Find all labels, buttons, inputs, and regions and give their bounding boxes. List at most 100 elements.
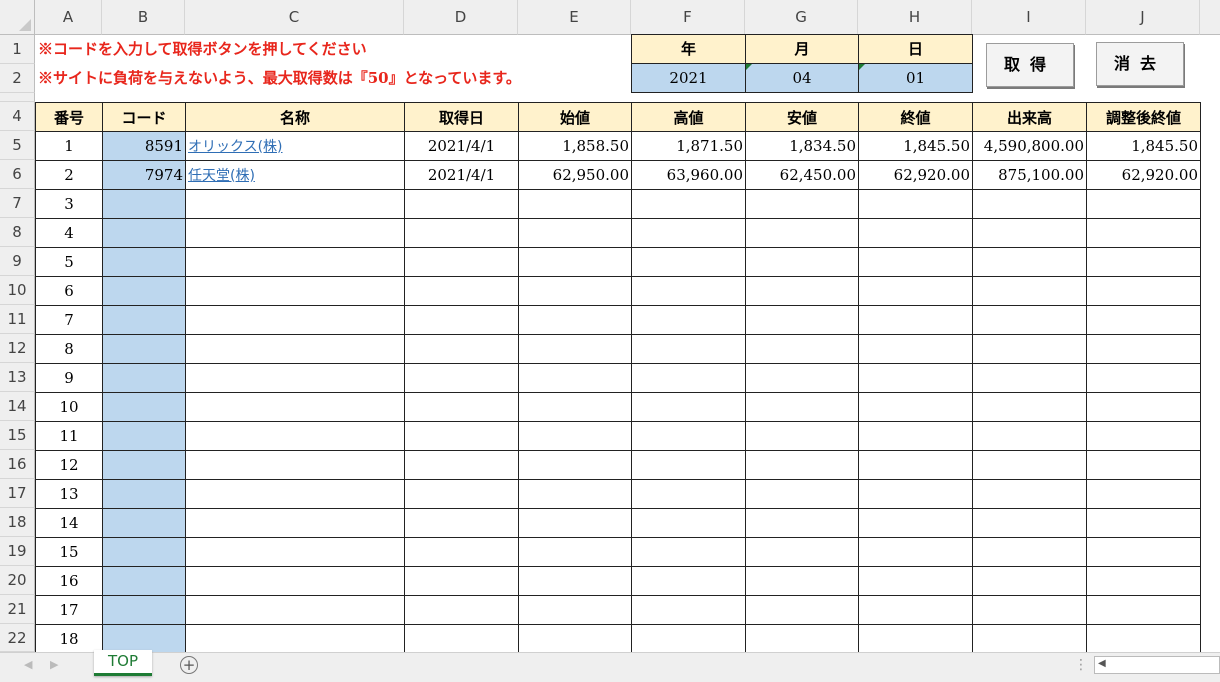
code-cell[interactable] xyxy=(102,479,186,509)
adjusted-close-cell[interactable] xyxy=(1086,218,1201,248)
code-cell[interactable] xyxy=(102,537,186,567)
adjusted-close-cell[interactable] xyxy=(1086,566,1201,596)
code-cell[interactable] xyxy=(102,595,186,625)
low-cell[interactable] xyxy=(745,450,859,480)
row-number-cell[interactable]: 9 xyxy=(35,363,103,393)
close-cell[interactable] xyxy=(858,189,973,219)
open-cell[interactable] xyxy=(518,595,632,625)
volume-cell[interactable] xyxy=(972,421,1087,451)
column-header-i[interactable]: I xyxy=(972,0,1086,35)
row-number-cell[interactable]: 15 xyxy=(35,537,103,567)
high-cell[interactable] xyxy=(631,537,746,567)
close-cell[interactable] xyxy=(858,218,973,248)
header-open[interactable]: 始値 xyxy=(518,102,632,132)
row-header-hidden[interactable] xyxy=(0,93,35,102)
column-header-e[interactable]: E xyxy=(518,0,631,35)
date-cell[interactable] xyxy=(404,537,519,567)
row-number-cell[interactable]: 13 xyxy=(35,479,103,509)
close-cell[interactable] xyxy=(858,508,973,538)
low-cell[interactable] xyxy=(745,334,859,364)
open-cell[interactable] xyxy=(518,305,632,335)
code-cell[interactable] xyxy=(102,392,186,422)
company-name-cell[interactable] xyxy=(185,247,405,277)
row-header[interactable]: 16 xyxy=(0,450,35,479)
open-cell[interactable] xyxy=(518,479,632,509)
adjusted-close-cell[interactable] xyxy=(1086,624,1201,654)
high-cell[interactable] xyxy=(631,508,746,538)
volume-cell[interactable] xyxy=(972,305,1087,335)
row-number-cell[interactable]: 18 xyxy=(35,624,103,654)
high-cell[interactable] xyxy=(631,392,746,422)
code-cell[interactable] xyxy=(102,363,186,393)
high-cell[interactable]: 63,960.00 xyxy=(631,160,746,190)
company-name-cell[interactable] xyxy=(185,508,405,538)
code-cell[interactable] xyxy=(102,305,186,335)
code-cell[interactable] xyxy=(102,334,186,364)
volume-cell[interactable] xyxy=(972,595,1087,625)
row-header[interactable]: 14 xyxy=(0,392,35,421)
code-cell[interactable]: 7974 xyxy=(102,160,186,190)
row-header[interactable]: 2 xyxy=(0,64,35,93)
header-name[interactable]: 名称 xyxy=(185,102,405,132)
low-cell[interactable] xyxy=(745,508,859,538)
company-name-cell[interactable] xyxy=(185,566,405,596)
date-cell[interactable] xyxy=(404,479,519,509)
high-cell[interactable] xyxy=(631,305,746,335)
header-number[interactable]: 番号 xyxy=(35,102,103,132)
open-cell[interactable] xyxy=(518,624,632,654)
open-cell[interactable] xyxy=(518,421,632,451)
open-cell[interactable]: 62,950.00 xyxy=(518,160,632,190)
high-cell[interactable] xyxy=(631,566,746,596)
low-cell[interactable] xyxy=(745,276,859,306)
code-cell[interactable] xyxy=(102,247,186,277)
row-header[interactable]: 12 xyxy=(0,334,35,363)
low-cell[interactable] xyxy=(745,595,859,625)
row-header[interactable]: 20 xyxy=(0,566,35,595)
volume-cell[interactable] xyxy=(972,566,1087,596)
code-cell[interactable]: 8591 xyxy=(102,131,186,161)
arrow-right-icon[interactable]: ▶ xyxy=(50,658,58,671)
close-cell[interactable] xyxy=(858,363,973,393)
company-name-cell[interactable] xyxy=(185,624,405,654)
high-cell[interactable] xyxy=(631,276,746,306)
company-name-cell[interactable] xyxy=(185,595,405,625)
code-cell[interactable] xyxy=(102,189,186,219)
column-header-k[interactable] xyxy=(1200,0,1220,35)
date-cell[interactable] xyxy=(404,421,519,451)
high-cell[interactable]: 1,871.50 xyxy=(631,131,746,161)
company-name-cell[interactable] xyxy=(185,189,405,219)
row-number-cell[interactable]: 8 xyxy=(35,334,103,364)
adjusted-close-cell[interactable] xyxy=(1086,189,1201,219)
get-button[interactable]: 取得 xyxy=(986,43,1074,87)
column-header-d[interactable]: D xyxy=(404,0,518,35)
adjusted-close-cell[interactable] xyxy=(1086,508,1201,538)
column-header-b[interactable]: B xyxy=(102,0,185,35)
row-header[interactable]: 17 xyxy=(0,479,35,508)
adjusted-close-cell[interactable] xyxy=(1086,247,1201,277)
header-code[interactable]: コード xyxy=(102,102,186,132)
low-cell[interactable]: 1,834.50 xyxy=(745,131,859,161)
day-label-cell[interactable]: 日 xyxy=(858,34,973,64)
select-all-corner[interactable] xyxy=(0,0,35,35)
row-number-cell[interactable]: 14 xyxy=(35,508,103,538)
high-cell[interactable] xyxy=(631,189,746,219)
date-cell[interactable] xyxy=(404,363,519,393)
column-header-j[interactable]: J xyxy=(1086,0,1200,35)
volume-cell[interactable] xyxy=(972,334,1087,364)
year-input-cell[interactable]: 2021 xyxy=(631,63,746,93)
close-cell[interactable]: 62,920.00 xyxy=(858,160,973,190)
volume-cell[interactable]: 875,100.00 xyxy=(972,160,1087,190)
open-cell[interactable] xyxy=(518,392,632,422)
company-name-link[interactable]: 任天堂(株) xyxy=(185,160,405,190)
open-cell[interactable]: 1,858.50 xyxy=(518,131,632,161)
arrow-left-icon[interactable]: ◀ xyxy=(24,658,32,671)
plus-circle-icon[interactable]: + xyxy=(180,656,198,674)
open-cell[interactable] xyxy=(518,450,632,480)
adjusted-close-cell[interactable] xyxy=(1086,392,1201,422)
low-cell[interactable] xyxy=(745,537,859,567)
volume-cell[interactable] xyxy=(972,392,1087,422)
row-number-cell[interactable]: 16 xyxy=(35,566,103,596)
column-header-h[interactable]: H xyxy=(858,0,972,35)
close-cell[interactable] xyxy=(858,595,973,625)
company-name-cell[interactable] xyxy=(185,334,405,364)
